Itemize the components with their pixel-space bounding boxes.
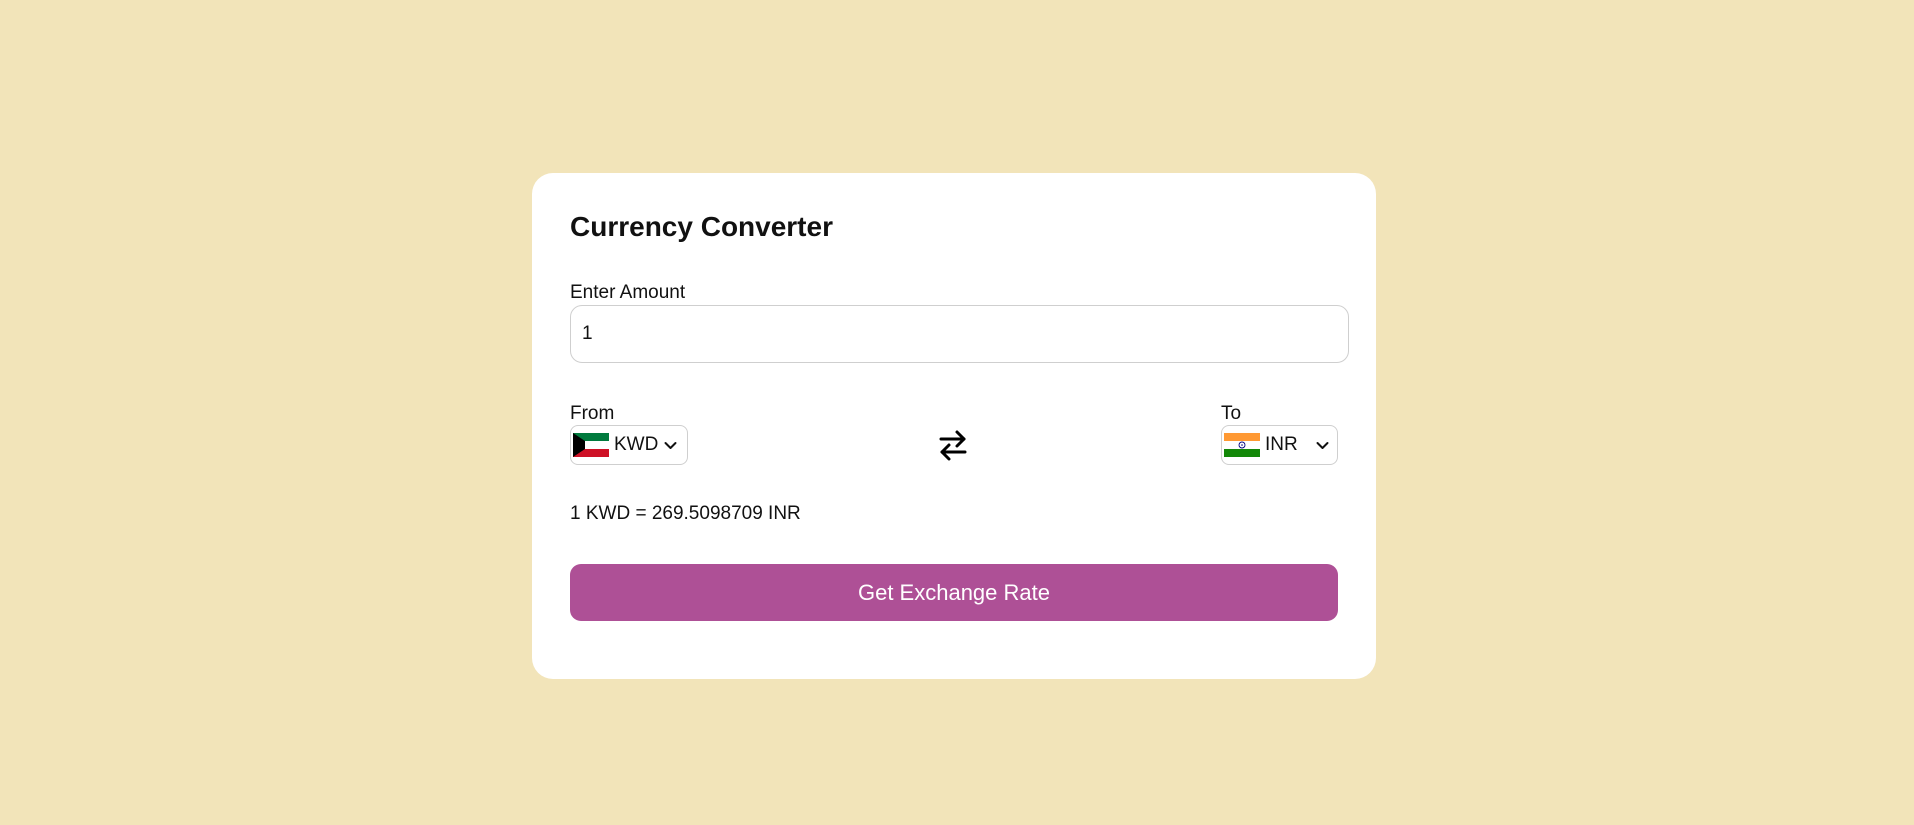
from-currency-label: KWD bbox=[614, 434, 659, 455]
chevron-down-icon bbox=[664, 441, 677, 449]
kuwait-flag-icon bbox=[573, 433, 609, 457]
from-currency-select[interactable]: KWD bbox=[570, 425, 688, 465]
chevron-down-icon bbox=[1316, 441, 1329, 449]
from-label: From bbox=[570, 403, 615, 424]
india-flag-icon bbox=[1224, 433, 1260, 457]
amount-label: Enter Amount bbox=[570, 282, 686, 303]
to-currency-select[interactable]: INR bbox=[1221, 425, 1338, 465]
swap-arrows-icon[interactable] bbox=[938, 427, 968, 463]
exchange-rate-result: 1 KWD = 269.5098709 INR bbox=[570, 503, 801, 524]
get-exchange-rate-button[interactable]: Get Exchange Rate bbox=[570, 564, 1338, 621]
to-label: To bbox=[1221, 403, 1242, 424]
converter-card: Currency Converter Enter Amount From KWD… bbox=[532, 173, 1376, 679]
amount-input[interactable] bbox=[570, 305, 1349, 363]
page-title: Currency Converter bbox=[570, 211, 833, 242]
to-currency-label: INR bbox=[1265, 434, 1298, 455]
